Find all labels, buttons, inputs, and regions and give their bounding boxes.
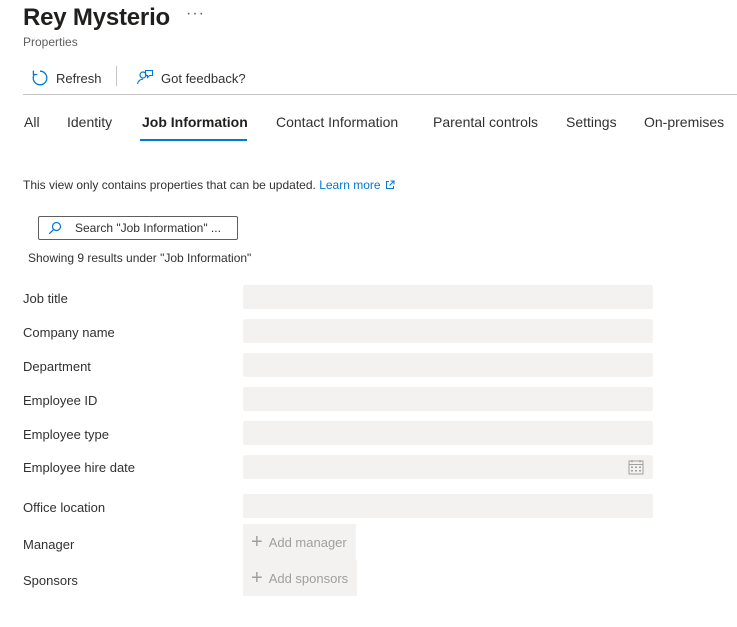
field-label-manager: Manager xyxy=(23,537,75,552)
feedback-label: Got feedback? xyxy=(161,70,246,86)
tab-contact-information[interactable]: Contact Information xyxy=(276,114,398,142)
tab-on-premises[interactable]: On-premises xyxy=(644,114,724,142)
refresh-icon xyxy=(30,68,50,88)
feedback-button[interactable]: Got feedback? xyxy=(135,66,246,90)
info-message: This view only contains properties that … xyxy=(23,178,395,192)
calendar-icon[interactable] xyxy=(628,459,644,475)
office-location-field[interactable] xyxy=(243,494,653,518)
tab-identity[interactable]: Identity xyxy=(67,114,112,142)
refresh-button[interactable]: Refresh xyxy=(30,66,102,90)
external-link-icon xyxy=(385,180,395,189)
add-sponsors-label: Add sponsors xyxy=(268,570,349,586)
field-label-employee-id: Employee ID xyxy=(23,393,98,408)
tab-job-information[interactable]: Job Information xyxy=(142,114,248,142)
info-text: This view only contains properties that … xyxy=(23,178,316,192)
field-label-department: Department xyxy=(23,359,91,374)
page-title: Rey Mysterio xyxy=(23,4,170,31)
command-bar: Refresh Got feedback? xyxy=(23,62,737,95)
company-name-field[interactable] xyxy=(243,319,653,343)
add-manager-label: Add manager xyxy=(268,534,347,550)
more-options-button[interactable]: ··· xyxy=(186,5,205,23)
job-title-field[interactable] xyxy=(243,285,653,309)
add-manager-button[interactable]: + Add manager xyxy=(243,524,356,560)
feedback-icon xyxy=(135,68,155,88)
refresh-label: Refresh xyxy=(56,70,102,86)
employee-type-field[interactable] xyxy=(243,421,653,445)
learn-more-link[interactable]: Learn more xyxy=(319,178,395,192)
plus-icon: + xyxy=(251,531,263,553)
page-subtitle: Properties xyxy=(23,35,78,49)
search-input[interactable] xyxy=(75,221,235,235)
toolbar-divider xyxy=(116,66,117,86)
active-tab-indicator xyxy=(140,139,247,141)
search-icon xyxy=(47,220,63,236)
tab-all[interactable]: All xyxy=(24,114,40,142)
field-label-office-location: Office location xyxy=(23,500,106,515)
tab-parental-controls[interactable]: Parental controls xyxy=(433,114,538,142)
field-label-employee-type: Employee type xyxy=(23,427,109,442)
plus-icon: + xyxy=(251,567,263,589)
tab-settings[interactable]: Settings xyxy=(566,114,617,142)
field-label-company-name: Company name xyxy=(23,325,115,340)
add-sponsors-button[interactable]: + Add sponsors xyxy=(243,560,358,596)
employee-hire-date-field[interactable] xyxy=(243,455,653,479)
results-count: Showing 9 results under "Job Information… xyxy=(28,251,252,265)
search-box xyxy=(38,216,238,240)
field-label-job-title: Job title xyxy=(23,291,68,306)
department-field[interactable] xyxy=(243,353,653,377)
field-label-employee-hire-date: Employee hire date xyxy=(23,460,136,475)
employee-id-field[interactable] xyxy=(243,387,653,411)
field-label-sponsors: Sponsors xyxy=(23,573,78,588)
